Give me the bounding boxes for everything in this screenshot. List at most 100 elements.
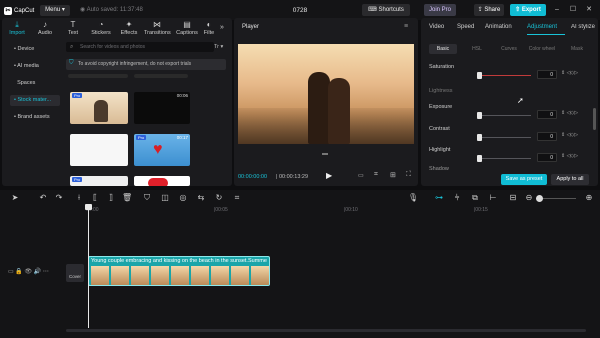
subtab-hsl[interactable]: HSL [463, 44, 491, 54]
zoom-out-icon[interactable]: ⊖ [524, 193, 534, 203]
fullscreen-icon[interactable]: ⛶ [406, 171, 411, 179]
zoom-knob[interactable] [536, 195, 543, 202]
sidebar-item-brand-assets[interactable]: • Brand assets [10, 112, 60, 123]
join-pro-button[interactable]: Join Pro [424, 4, 456, 16]
more-tabs-icon[interactable]: » [220, 24, 224, 31]
filter-dropdown[interactable]: Tr ▾ [214, 42, 223, 52]
heart-icon: ♥ [153, 141, 163, 158]
playhead-handle[interactable] [85, 204, 92, 210]
video-preview[interactable] [238, 44, 414, 144]
split-screen-icon[interactable]: ⊟ [508, 193, 518, 203]
duplicate-icon[interactable]: ◫ [160, 193, 170, 203]
timeline-scrollbar[interactable] [66, 329, 586, 332]
freeze-icon[interactable]: ◎ [178, 193, 188, 203]
track-controls[interactable]: ▭ 🔒 👁 🔊 ⋯ [8, 268, 49, 275]
saturation-knob[interactable] [477, 72, 482, 79]
media-thumb[interactable]: Pro 00:17 ♥ [134, 134, 190, 166]
sidebar-item-spaces[interactable]: Spaces [10, 78, 60, 89]
menu-button[interactable]: Menu ▾ [40, 5, 70, 16]
sidebar-item-ai-media[interactable]: • AI media [10, 61, 60, 72]
play-icon[interactable]: ▶ [326, 171, 332, 180]
exposure-value[interactable]: 0 [537, 110, 557, 119]
project-title[interactable]: 0728 [270, 5, 330, 16]
minimize-icon[interactable]: – [552, 4, 562, 16]
tab-import[interactable]: ⤓ Import [4, 20, 30, 38]
tab-video[interactable]: Video [429, 24, 444, 30]
split-icon[interactable]: ⟊ [74, 193, 84, 203]
reverse-icon[interactable]: ⇆ [196, 193, 206, 203]
video-clip[interactable]: Young couple embracing and kissing on th… [88, 256, 270, 286]
resize-handle[interactable] [322, 153, 328, 155]
sidebar-item-stock-material[interactable]: • Stock mater... [10, 95, 60, 106]
exposure-slider[interactable] [479, 115, 531, 116]
contrast-value[interactable]: 0 [537, 132, 557, 141]
tab-adjustment[interactable]: Adjustment [527, 24, 557, 30]
tab-speed[interactable]: Speed [457, 24, 474, 30]
tab-effects[interactable]: ✦ Effects [116, 20, 142, 38]
subtab-basic[interactable]: Basic [429, 44, 457, 54]
media-thumb-partial[interactable] [134, 74, 188, 78]
save-preset-button[interactable]: Save as preset [501, 174, 547, 185]
exposure-knob[interactable] [477, 112, 482, 119]
subtab-curves[interactable]: Curves [495, 44, 523, 54]
contrast-slider[interactable] [479, 137, 531, 138]
stepper-icon[interactable]: ⇕ ◁◇▷ [561, 110, 578, 116]
shortcuts-button[interactable]: ⌨ Shortcuts [362, 4, 410, 16]
media-thumb[interactable]: 00:06 [134, 92, 190, 124]
stepper-icon[interactable]: ⇕ ◁◇▷ [561, 70, 578, 76]
mask-icon[interactable]: ⛉ [142, 193, 152, 203]
tab-captions[interactable]: ▤ Captions [174, 20, 200, 38]
tab-filters[interactable]: ◐ Filte [202, 20, 216, 38]
apply-to-all-button[interactable]: Apply to all [551, 174, 589, 185]
media-thumb[interactable]: Pro [70, 176, 128, 186]
saturation-slider[interactable] [479, 75, 531, 76]
subtab-color-wheel[interactable]: Color wheel [525, 44, 559, 54]
crop-icon[interactable]: ⌗ [374, 171, 378, 179]
share-button[interactable]: ⇪ Share [474, 4, 504, 16]
contrast-knob[interactable] [477, 134, 482, 141]
redo-icon[interactable]: ↷ [54, 193, 64, 203]
search-input[interactable]: Search for videos and photos [66, 42, 214, 52]
close-icon[interactable]: ✕ [584, 4, 594, 16]
select-tool-icon[interactable]: ➤ [10, 193, 20, 203]
saturation-value[interactable]: 0 [537, 70, 557, 79]
tab-stickers[interactable]: ◔ Stickers [88, 20, 114, 38]
ratio-icon[interactable]: ▭ [358, 172, 364, 179]
stickers-icon: ◔ [98, 20, 104, 29]
tab-transitions[interactable]: ⋈ Transitions [144, 20, 171, 38]
undo-icon[interactable]: ↶ [38, 193, 48, 203]
preview-axis-icon[interactable]: ⊢ [488, 193, 498, 203]
main-track-magnet-icon[interactable]: ⊶ [434, 193, 444, 203]
zoom-in-icon[interactable]: ⊕ [584, 193, 594, 203]
delete-icon[interactable]: 🗑 [122, 193, 132, 203]
playhead[interactable] [88, 206, 89, 328]
highlight-value[interactable]: 0 [537, 153, 557, 162]
split-left-icon[interactable]: ⟦ [90, 193, 100, 203]
microphone-icon[interactable]: 🎙 [408, 193, 418, 203]
tab-ai-stylize[interactable]: AI stylize [571, 24, 595, 30]
cover-button[interactable]: Cover [66, 264, 84, 282]
player-menu-icon[interactable]: ≡ [404, 23, 408, 30]
media-thumb-partial[interactable] [68, 74, 128, 78]
stepper-icon[interactable]: ⇕ ◁◇▷ [561, 132, 578, 138]
auto-snap-icon[interactable]: ⫩ [452, 193, 462, 203]
media-thumb[interactable] [70, 134, 128, 166]
media-thumb[interactable]: Pro [70, 92, 128, 124]
panel-scrollbar[interactable] [593, 108, 596, 130]
tab-audio[interactable]: ♪ Audio [32, 20, 58, 38]
stepper-icon[interactable]: ⇕ ◁◇▷ [561, 153, 578, 159]
tab-text[interactable]: T Text [60, 20, 86, 38]
maximize-icon[interactable]: ☐ [568, 4, 578, 16]
highlight-knob[interactable] [477, 155, 482, 162]
crop-tool-icon[interactable]: ⌗ [232, 193, 242, 203]
sidebar-item-device[interactable]: • Device [10, 44, 60, 55]
split-right-icon[interactable]: ⟧ [106, 193, 116, 203]
subtab-mask[interactable]: Mask [563, 44, 591, 54]
highlight-slider[interactable] [479, 158, 531, 159]
linkage-icon[interactable]: ⧉ [470, 193, 480, 203]
zoom-icon[interactable]: ⊞ [390, 171, 396, 179]
tab-animation[interactable]: Animation [485, 24, 512, 30]
export-button[interactable]: ⇧ Export [510, 4, 546, 16]
rotate-icon[interactable]: ↻ [214, 193, 224, 203]
media-thumb[interactable] [134, 176, 190, 186]
